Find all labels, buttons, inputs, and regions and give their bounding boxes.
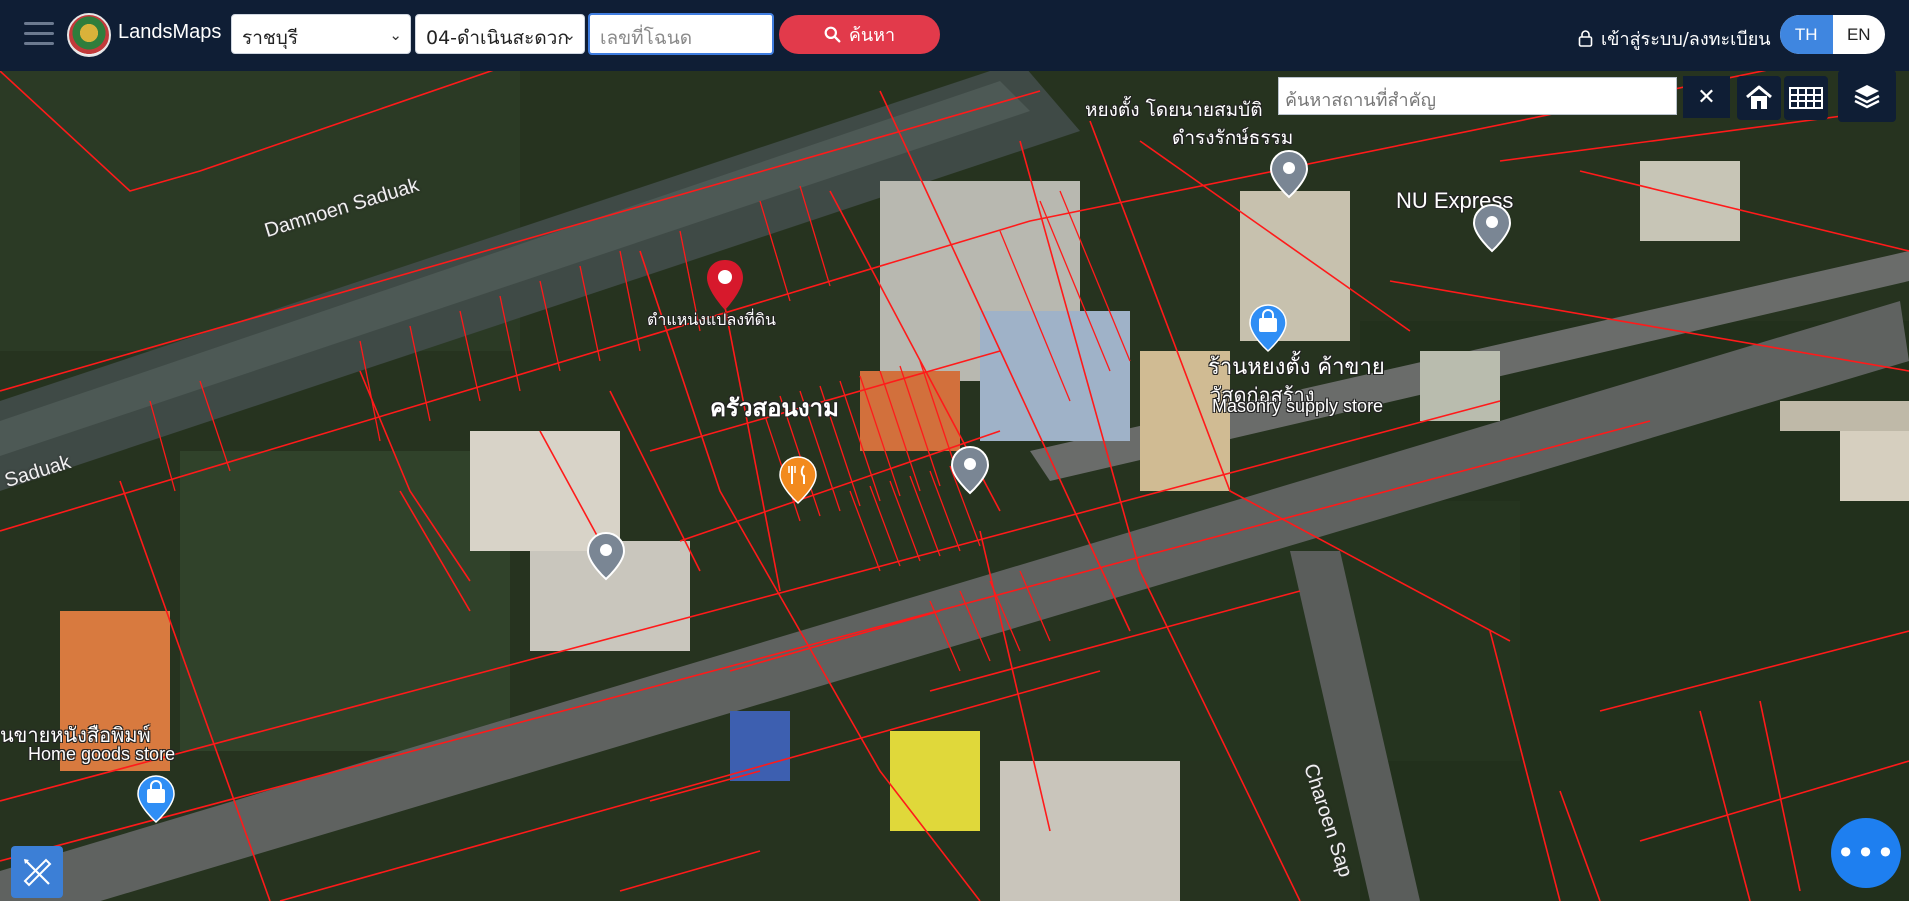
search-button-label: ค้นหา xyxy=(848,25,896,46)
landmark-search-placeholder: ค้นหาสถานที่สำคัญ xyxy=(1285,90,1436,111)
map-label-shop-yongtang-1: หยงตั้ง โดยนายสมบัติ xyxy=(1085,99,1263,121)
poi-pin-warehouse[interactable] xyxy=(585,529,627,583)
landmark-search-input[interactable]: ค้นหาสถานที่สำคัญ xyxy=(1278,77,1677,115)
deed-number-input[interactable]: เลขที่โฉนด xyxy=(588,13,774,55)
grid-toggle-button[interactable] xyxy=(1784,76,1828,120)
brand-name[interactable]: LandsMaps xyxy=(118,21,221,44)
restaurant-icon xyxy=(779,456,817,505)
landmark-search-clear-button[interactable]: ✕ xyxy=(1683,76,1730,118)
home-icon xyxy=(1746,85,1772,109)
poi-icon xyxy=(1472,203,1512,253)
satellite-map[interactable]: Damnoen Saduak Saduak Charoen Sap หยงตั้… xyxy=(0,71,1909,901)
poi-pin-yongtang[interactable] xyxy=(1268,147,1310,201)
top-navbar: LandsMaps ราชบุรี ⌄ 04-ดำเนินสะดวก ⌄ เลข… xyxy=(0,0,1909,71)
measure-tool-button[interactable] xyxy=(11,846,63,898)
poi-icon xyxy=(586,531,626,581)
province-select-value: ราชบุรี xyxy=(242,27,299,49)
poi-pin-road-center[interactable] xyxy=(949,443,991,497)
restaurant-pin[interactable] xyxy=(777,453,819,507)
layers-button[interactable] xyxy=(1838,70,1896,122)
hamburger-menu-icon[interactable] xyxy=(24,22,54,48)
close-icon: ✕ xyxy=(1697,84,1716,110)
more-dots-icon: ••• xyxy=(1836,834,1896,872)
shop-pin-hardware[interactable] xyxy=(1247,301,1289,355)
language-toggle: TH EN xyxy=(1780,15,1885,54)
grid-icon xyxy=(1789,87,1823,109)
lock-icon xyxy=(1578,30,1593,47)
chevron-down-icon: ⌄ xyxy=(389,26,402,44)
lang-en-button[interactable]: EN xyxy=(1833,15,1886,54)
search-icon xyxy=(824,26,841,43)
shopping-bag-icon xyxy=(1249,304,1287,353)
more-options-button[interactable]: ••• xyxy=(1831,818,1901,888)
province-select[interactable]: ราชบุรี ⌄ xyxy=(231,14,411,54)
poi-pin-nu-express[interactable] xyxy=(1471,201,1513,255)
search-button[interactable]: ค้นหา xyxy=(779,15,940,54)
login-register-label: เข้าสู่ระบบ/ลงทะเบียน xyxy=(1601,29,1771,50)
map-label-book-store-en: Home goods store xyxy=(28,744,176,764)
lang-th-button[interactable]: TH xyxy=(1780,15,1833,54)
ruler-pencil-icon xyxy=(23,858,52,887)
map-label-restaurant: ครัวสอนงาม xyxy=(710,394,839,422)
district-select[interactable]: 04-ดำเนินสะดวก ⌄ xyxy=(415,14,585,54)
map-pin-icon xyxy=(707,260,743,310)
landsmaps-logo[interactable] xyxy=(67,13,111,57)
poi-icon xyxy=(950,445,990,495)
home-button[interactable] xyxy=(1737,76,1781,120)
shop-pin-home-goods[interactable] xyxy=(135,772,177,826)
chevron-down-icon: ⌄ xyxy=(563,26,576,44)
shopping-bag-icon xyxy=(137,775,175,824)
layers-icon xyxy=(1854,85,1880,109)
deed-number-placeholder: เลขที่โฉนด xyxy=(600,27,693,49)
parcel-location-marker[interactable] xyxy=(704,258,746,312)
district-select-value: 04-ดำเนินสะดวก xyxy=(426,27,569,49)
poi-icon xyxy=(1269,149,1309,199)
map-label-masonry-store: Masonry supply store xyxy=(1212,396,1384,416)
login-register-link[interactable]: เข้าสู่ระบบ/ลงทะเบียน xyxy=(1578,24,1771,53)
